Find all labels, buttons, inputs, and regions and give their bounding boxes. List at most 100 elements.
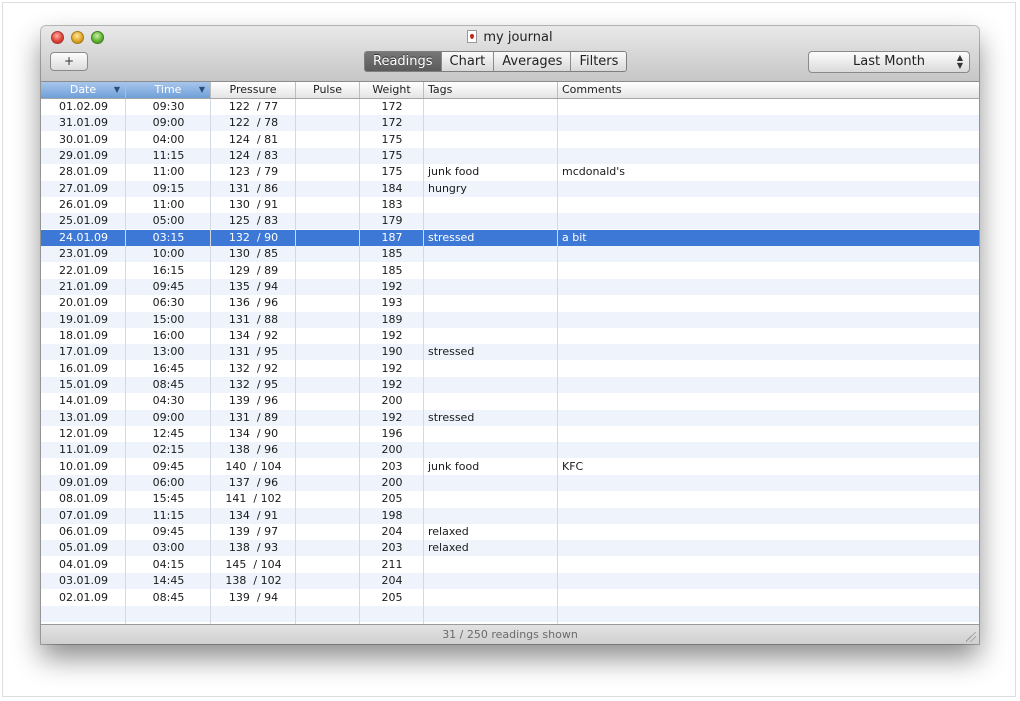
table-row[interactable]: 22.01.09 16:15 129 / 89 185 (41, 263, 979, 279)
cell-comments (558, 475, 979, 491)
cell-time: 06:30 (152, 296, 185, 310)
table-row[interactable]: 15.01.09 08:45 132 / 95 192 (41, 376, 979, 393)
cell-comments (558, 263, 979, 279)
cell-time: 08:45 (152, 590, 185, 604)
cell-pressure: 145 / 104 (225, 557, 282, 571)
table-row[interactable]: 09.01.09 06:00 137 / 96 200 (41, 475, 979, 492)
cell-date: 10.01.09 (59, 459, 108, 473)
cell-comments: mcdonald's (562, 165, 625, 179)
cell-pulse (296, 491, 360, 507)
table-row[interactable]: 06.01.09 09:45 139 / 97 204 relaxed (41, 524, 979, 540)
table-row[interactable]: 12.01.09 12:45 134 / 90 196 (41, 426, 979, 442)
column-header-comments[interactable]: Comments (558, 82, 979, 98)
cell-comments: KFC (562, 459, 584, 473)
cell-time: 09:30 (152, 100, 185, 113)
sort-descending-icon: ▼ (198, 85, 205, 94)
cell-tags: junk food (428, 165, 480, 179)
column-header-weight[interactable]: Weight (360, 82, 424, 98)
table-row[interactable]: 01.02.09 09:30 122 / 77 172 (41, 99, 979, 115)
table-row[interactable]: 03.01.09 14:45 138 / 102 204 (41, 573, 979, 590)
cell-date: 04.01.09 (59, 557, 108, 571)
table-row[interactable]: 26.01.09 11:00 130 / 91 183 (41, 197, 979, 213)
cell-time: 11:00 (152, 198, 185, 212)
cell-weight: 172 (381, 116, 403, 130)
date-range-value: Last Month (853, 54, 925, 69)
table-row[interactable]: 28.01.09 11:00 123 / 79 175 junk food mcdonal… (41, 164, 979, 180)
cell-comments (558, 213, 979, 229)
table-row[interactable]: 23.01.09 10:00 130 / 85 185 (41, 246, 979, 263)
table-row[interactable]: 14.01.09 04:30 139 / 96 200 (41, 393, 979, 409)
column-header-pulse[interactable]: Pulse (296, 82, 360, 98)
cell-time: 03:00 (152, 541, 185, 555)
date-range-select[interactable]: Last Month ▲ ▼ (808, 51, 970, 73)
table-row[interactable]: 25.01.09 05:00 125 / 83 179 (41, 213, 979, 230)
cell-tags (424, 213, 558, 229)
cell-tags (424, 426, 558, 442)
table-row[interactable]: 02.01.09 08:45 139 / 94 205 (41, 590, 979, 606)
table-row[interactable]: 30.01.09 04:00 124 / 81 175 (41, 132, 979, 148)
cell-comments (558, 148, 979, 164)
cell-date: 27.01.09 (59, 181, 108, 195)
cell-pressure: 134 / 92 (228, 328, 279, 342)
column-header-tags[interactable]: Tags (424, 82, 558, 98)
cell-time: 16:00 (152, 328, 185, 342)
cell-weight: 200 (381, 443, 403, 457)
table-row[interactable]: 08.01.09 15:45 141 / 102 205 (41, 491, 979, 507)
cell-weight: 192 (381, 410, 403, 424)
cell-pulse (296, 573, 360, 589)
table-row[interactable]: 05.01.09 03:00 138 / 93 203 relaxed (41, 540, 979, 557)
cell-pressure: 122 / 78 (228, 116, 279, 130)
cell-tags: relaxed (428, 525, 469, 539)
cell-weight: 203 (381, 541, 403, 555)
table-row[interactable]: 16.01.09 16:45 132 / 92 192 (41, 361, 979, 377)
cell-weight: 175 (381, 149, 403, 163)
table-row[interactable]: 18.01.09 16:00 134 / 92 192 (41, 328, 979, 344)
readings-table[interactable]: Date ▼ Time ▼ Pressure Pulse Weight Tags… (41, 82, 979, 624)
cell-date: 25.01.09 (59, 214, 108, 228)
resize-grip-icon[interactable] (966, 632, 976, 642)
table-row[interactable]: 11.01.09 02:15 138 / 96 200 (41, 442, 979, 459)
column-header-date[interactable]: Date ▼ (41, 82, 126, 98)
cell-time: 09:45 (152, 525, 185, 539)
table-row[interactable]: 27.01.09 09:15 131 / 86 184 hungry (41, 180, 979, 197)
column-header-pressure[interactable]: Pressure (211, 82, 296, 98)
table-row[interactable]: 10.01.09 09:45 140 / 104 203 junk food KFC (41, 459, 979, 475)
table-row[interactable]: 17.01.09 13:00 131 / 95 190 stressed (41, 344, 979, 361)
cell-pressure: 139 / 94 (228, 590, 279, 604)
cell-pulse (296, 132, 360, 148)
column-header-time[interactable]: Time ▼ (126, 82, 211, 98)
table-row[interactable]: 13.01.09 09:00 131 / 89 192 stressed (41, 409, 979, 426)
cell-date: 06.01.09 (59, 525, 108, 539)
cell-tags: stressed (428, 410, 475, 424)
cell-pulse (296, 263, 360, 279)
table-row[interactable]: 31.01.09 09:00 122 / 78 172 (41, 115, 979, 132)
cell-date: 02.01.09 (59, 590, 108, 604)
tab-readings[interactable]: Readings (365, 52, 441, 71)
cell-time: 15:45 (152, 492, 185, 506)
cell-pulse (296, 590, 360, 606)
status-bar: 31 / 250 readings shown (41, 624, 979, 644)
cell-pulse (296, 312, 360, 328)
table-row[interactable]: 04.01.09 04:15 145 / 104 211 (41, 557, 979, 573)
table-row[interactable]: 21.01.09 09:45 135 / 94 192 (41, 278, 979, 295)
table-row[interactable]: 29.01.09 11:15 124 / 83 175 (41, 148, 979, 165)
add-reading-button[interactable]: + (50, 52, 88, 71)
cell-comments (558, 410, 979, 426)
tab-averages[interactable]: Averages (493, 52, 571, 71)
cell-time: 04:15 (152, 557, 185, 571)
cell-date: 11.01.09 (59, 443, 108, 457)
cell-pressure: 130 / 85 (228, 247, 279, 261)
cell-date: 01.02.09 (59, 100, 108, 113)
cell-weight: 189 (381, 312, 403, 326)
cell-time: 12:45 (152, 427, 185, 440)
cell-pressure: 131 / 89 (228, 410, 279, 424)
table-row[interactable]: 19.01.09 15:00 131 / 88 189 (41, 311, 979, 328)
table-row-selected[interactable]: 24.01.09 03:15 132 / 90 187 stressed a bit (41, 229, 979, 246)
tab-filters[interactable]: Filters (570, 52, 627, 71)
tab-chart[interactable]: Chart (440, 52, 494, 71)
table-row[interactable]: 20.01.09 06:30 136 / 96 193 (41, 295, 979, 311)
cell-date: 18.01.09 (59, 328, 108, 342)
cell-comments (558, 442, 979, 458)
table-row[interactable]: 07.01.09 11:15 134 / 91 198 (41, 507, 979, 524)
cell-tags (424, 590, 558, 606)
